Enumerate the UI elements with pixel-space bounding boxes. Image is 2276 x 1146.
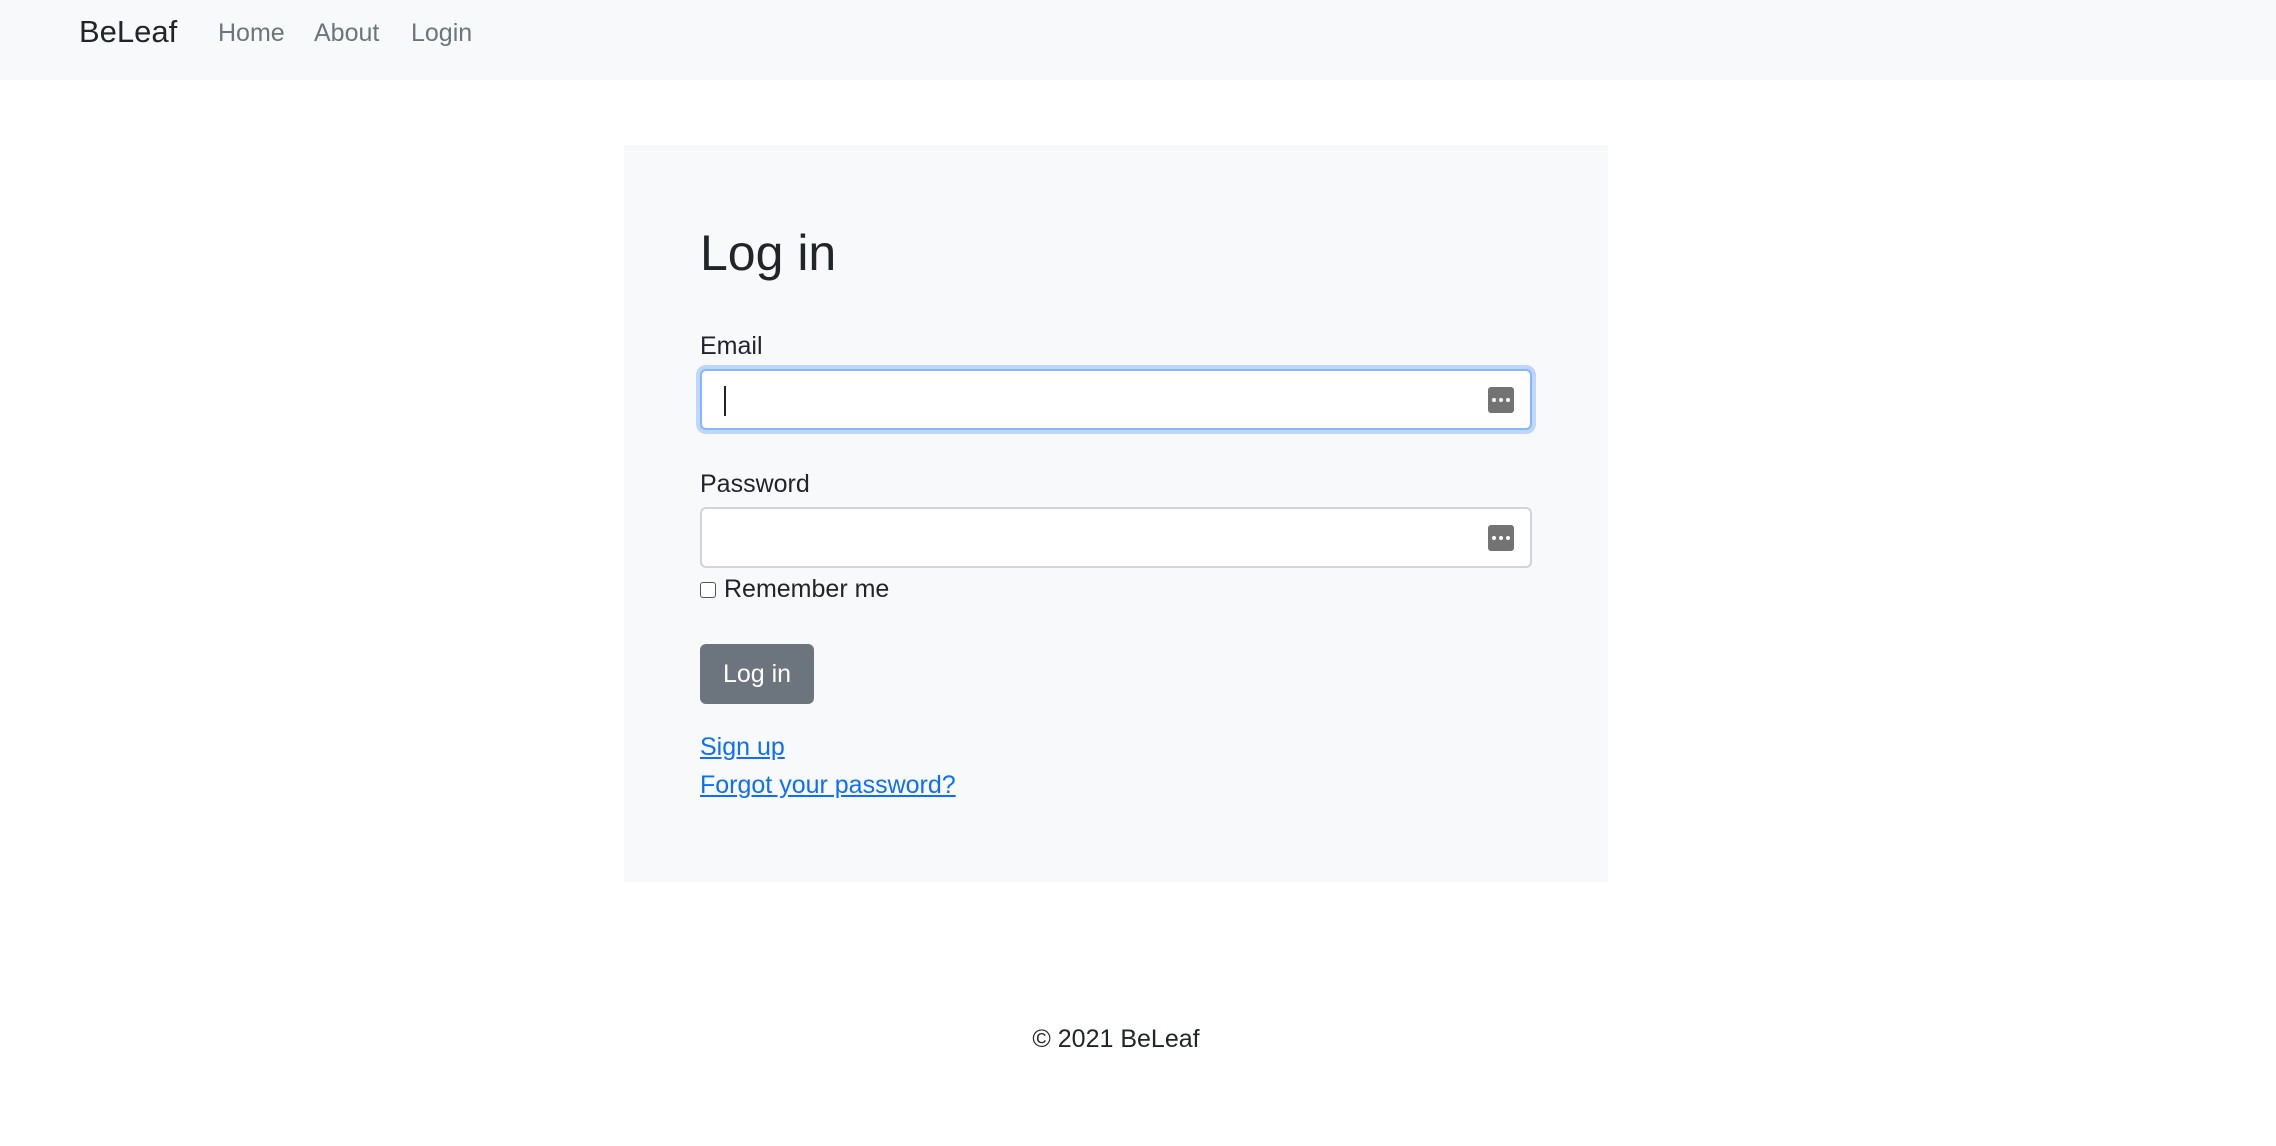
sign-up-link[interactable]: Sign up <box>700 733 785 762</box>
login-button[interactable]: Log in <box>700 644 814 704</box>
login-card: Log in Email Password Remember me Log in… <box>624 145 1608 882</box>
navbar: BeLeaf Home About Login <box>0 0 2276 80</box>
nav-link-login[interactable]: Login <box>411 19 472 48</box>
remember-me-row: Remember me <box>700 575 889 604</box>
password-manager-icon[interactable] <box>1488 387 1514 413</box>
email-label: Email <box>700 332 763 360</box>
password-label: Password <box>700 470 810 498</box>
page-title: Log in <box>700 225 837 281</box>
email-field[interactable] <box>700 369 1532 430</box>
nav-link-about[interactable]: About <box>314 19 379 48</box>
text-caret <box>724 386 726 416</box>
forgot-password-link[interactable]: Forgot your password? <box>700 771 956 800</box>
password-field[interactable] <box>700 507 1532 568</box>
nav-link-home[interactable]: Home <box>218 19 285 48</box>
brand-link[interactable]: BeLeaf <box>79 14 177 50</box>
remember-me-label[interactable]: Remember me <box>724 575 889 604</box>
remember-me-checkbox[interactable] <box>700 581 716 598</box>
password-manager-icon[interactable] <box>1488 525 1514 551</box>
footer: © 2021 BeLeaf <box>1032 1025 1200 1053</box>
